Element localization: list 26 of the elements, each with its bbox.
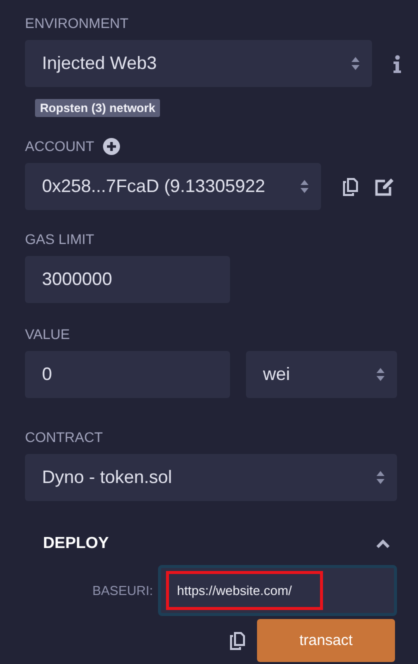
input-field[interactable]: https://website.com/ [158,565,397,616]
param-label: BASEURI: [91,583,154,598]
copy-icon[interactable] [230,632,245,650]
select-field[interactable]: Dyno - token.sol [25,454,397,501]
info-icon[interactable] [393,54,401,72]
chevron-up-icon[interactable] [376,539,390,548]
field-label: ACCOUNT [25,138,94,154]
sort-arrows-icon [376,470,385,485]
select-field[interactable]: wei [246,351,397,398]
edit-icon[interactable] [375,178,394,196]
field-label: GAS LIMIT [25,231,94,247]
sort-arrows-icon [376,367,385,382]
input-field[interactable]: 0 [25,351,230,398]
section-title: DEPLOY [43,535,109,553]
highlighted-text: https://website.com/ [166,571,323,610]
field-label: VALUE [25,326,70,342]
field-label: CONTRACT [25,429,103,445]
field-label: ENVIRONMENT [25,15,128,31]
sort-arrows-icon [351,56,360,71]
sort-arrows-icon [300,179,309,194]
select-field[interactable]: Injected Web3 [25,40,372,87]
add-icon[interactable] [103,138,120,154]
select-field[interactable]: 0x258...7FcaD (9.13305922 [25,163,321,210]
input-field[interactable]: 3000000 [25,256,230,303]
copy-icon[interactable] [343,178,358,196]
network-badge: Ropsten (3) network [35,99,160,117]
